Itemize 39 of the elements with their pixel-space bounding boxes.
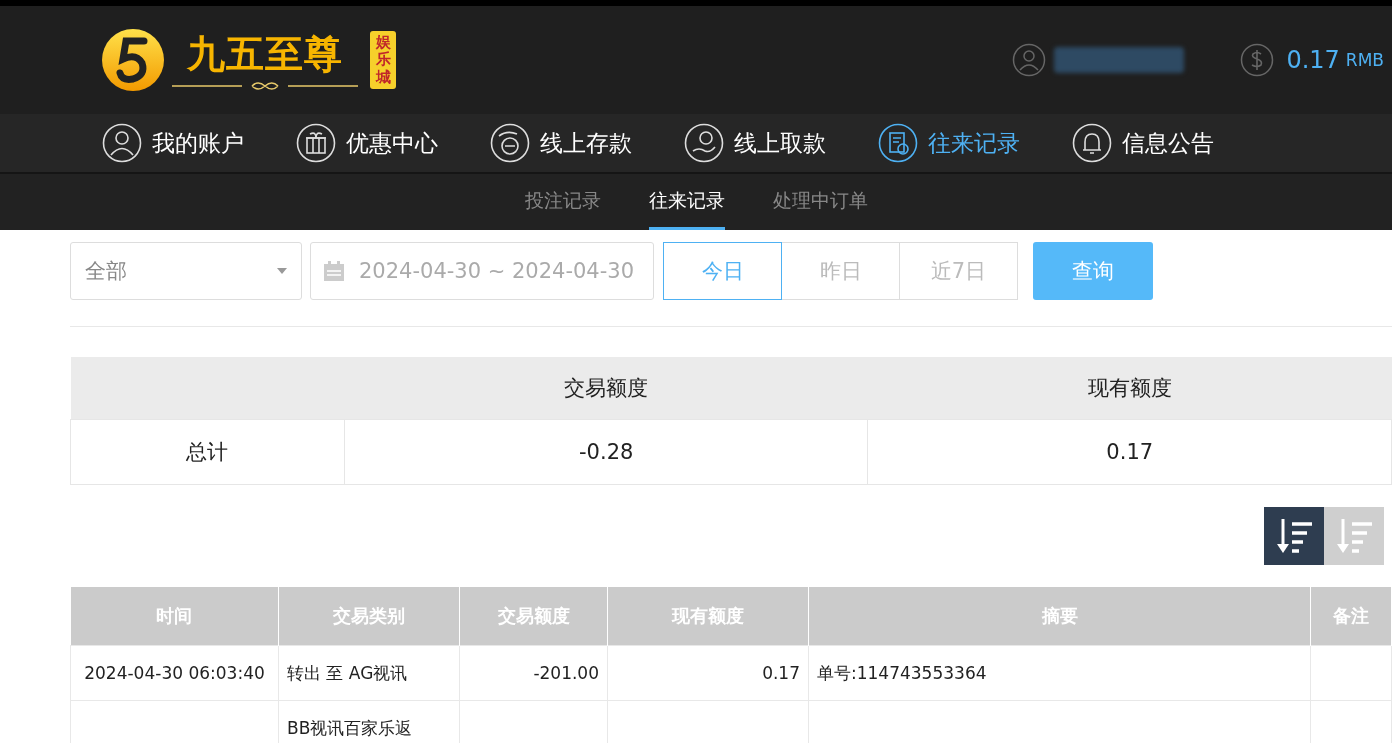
table-cell: 2024-04-30 06:03:40: [70, 645, 279, 701]
clipboard-clock-icon: [878, 123, 918, 163]
bell-icon: [1072, 123, 1112, 163]
balance-amount: 0.17: [1286, 46, 1340, 74]
gift-icon: [296, 123, 336, 163]
sub-tab[interactable]: 往来记录: [648, 174, 725, 230]
logo-title: 九五至尊: [187, 30, 343, 78]
nav-tab[interactable]: 线上存款: [490, 123, 632, 163]
ornament-line-icon: [172, 79, 358, 92]
table-cell: -0.28: [344, 419, 868, 485]
nav-tab[interactable]: 线上取款: [684, 123, 826, 163]
sort-descending-button[interactable]: [1264, 507, 1324, 565]
table-cell: 0.17: [867, 419, 1392, 485]
table-cell: 转出 至 AG视讯: [278, 645, 460, 701]
date-range-field[interactable]: 2024-04-30 ~ 2024-04-30: [310, 242, 654, 300]
sub-tab[interactable]: 处理中订单: [772, 174, 868, 230]
table-cell: -201.00: [459, 645, 608, 701]
table-cell: 0.17: [607, 645, 809, 701]
table-cell: 总计: [70, 419, 345, 485]
sort-descending-icon: [1274, 516, 1314, 556]
currency-label: RMB: [1345, 50, 1384, 70]
date-preset-button[interactable]: 今日: [663, 242, 782, 300]
nav-tab[interactable]: 往来记录: [878, 123, 1020, 163]
caret-icon: [277, 268, 287, 274]
logo-badge: 娱乐城: [370, 31, 396, 89]
table-cell: 单号:114743553364: [808, 645, 1311, 701]
nav-tab[interactable]: 优惠中心: [296, 123, 438, 163]
dollar-icon: [1240, 43, 1275, 77]
nav-tab[interactable]: 信息公告: [1072, 123, 1214, 163]
logo-mark-icon: [100, 27, 166, 93]
type-select[interactable]: 全部: [70, 242, 302, 300]
calendar-icon: [323, 260, 345, 282]
sub-tab[interactable]: 投注记录: [524, 174, 601, 230]
user-icon: [1012, 43, 1047, 77]
column-header: 交易额度: [344, 357, 868, 420]
sort-descending-icon: [1334, 516, 1374, 556]
nav-tab[interactable]: 我的账户: [102, 123, 244, 163]
column-header: 现有额度: [867, 357, 1392, 420]
user-icon: [102, 123, 142, 163]
